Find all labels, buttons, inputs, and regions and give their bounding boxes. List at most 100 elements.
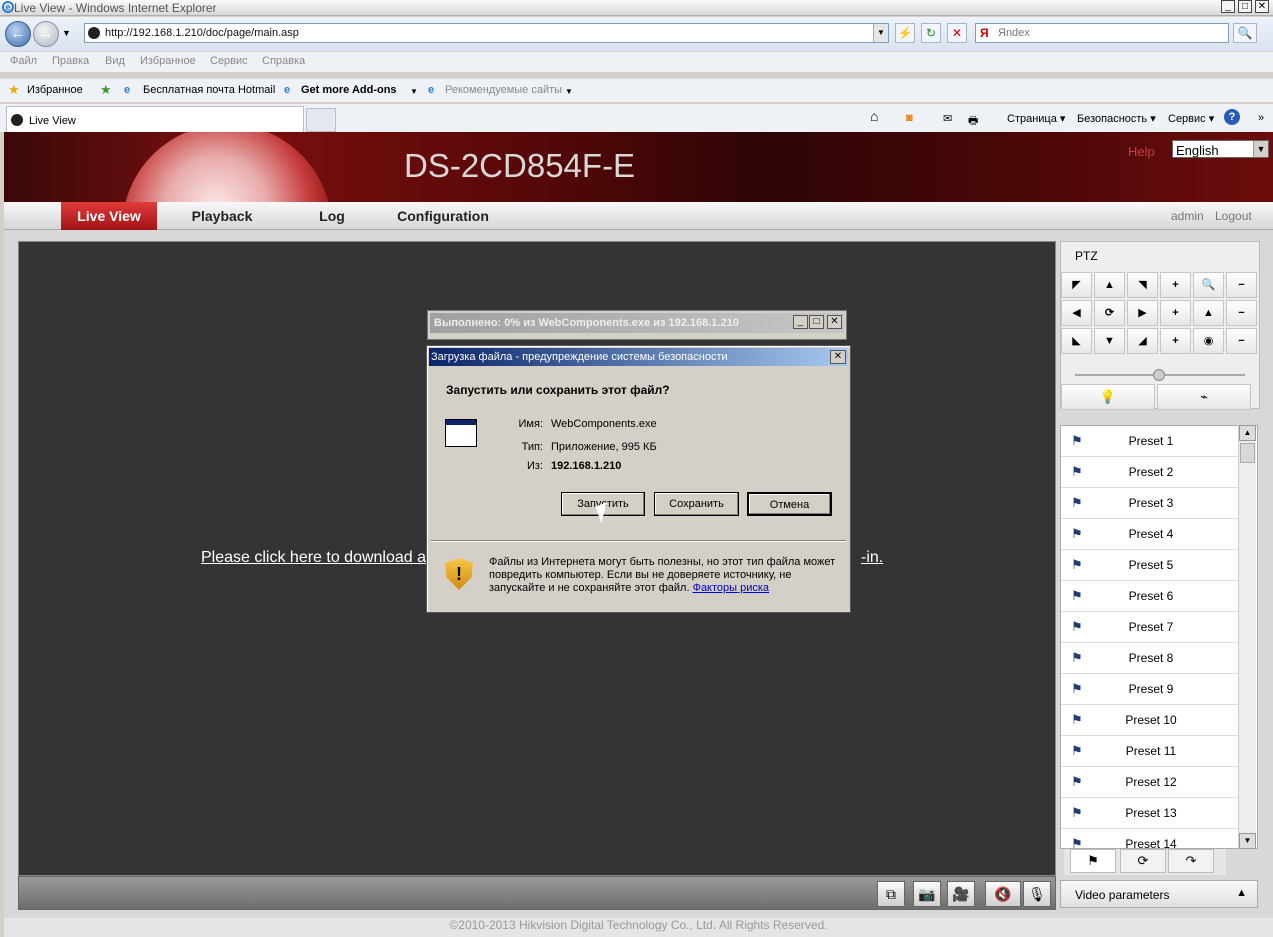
minimize-icon[interactable]: _	[1221, 0, 1235, 13]
preset-item[interactable]: ⚑ Preset 13	[1061, 798, 1239, 829]
more-chevron-icon[interactable]: »	[1258, 112, 1264, 124]
record-icon[interactable]: 🎥	[947, 881, 975, 907]
iris-close-icon[interactable]: −	[1226, 328, 1257, 354]
fav-addons[interactable]: Get more Add-ons	[301, 84, 397, 96]
menu-view[interactable]: Вид	[105, 55, 125, 67]
tab-pattern-icon[interactable]: ↷	[1168, 849, 1214, 873]
feeds-icon[interactable]: ◙	[906, 112, 913, 124]
save-button[interactable]: Сохранить	[654, 492, 739, 516]
help-icon[interactable]: ?	[1224, 109, 1240, 125]
history-dropdown-icon[interactable]: ▼	[62, 28, 71, 38]
favorites-button[interactable]: Избранное	[27, 84, 83, 96]
ptz-up-icon[interactable]: ▲	[1094, 272, 1125, 298]
light-icon[interactable]: 💡	[1061, 384, 1155, 410]
home-icon[interactable]: ⌂	[870, 108, 878, 124]
tab-patrol-icon[interactable]: ⟳	[1120, 849, 1166, 873]
close-icon[interactable]: ✕	[1255, 0, 1269, 13]
minimize-icon[interactable]: _	[793, 315, 808, 329]
new-tab-button[interactable]	[306, 108, 336, 132]
preset-item[interactable]: ⚑ Preset 4	[1061, 519, 1239, 550]
menu-help[interactable]: Справка	[262, 55, 305, 67]
menu-edit[interactable]: Правка	[52, 55, 89, 67]
download-plugin-link-end[interactable]: -in.	[861, 549, 883, 567]
close-icon[interactable]: ✕	[827, 315, 842, 329]
cmd-tools[interactable]: Сервис ▾	[1168, 112, 1214, 125]
tab-live-view[interactable]: Live View	[6, 106, 304, 132]
ptz-speed-slider[interactable]	[1065, 369, 1255, 381]
zoom-in-icon[interactable]: +	[1160, 272, 1191, 298]
preset-item[interactable]: ⚑ Preset 14	[1061, 829, 1239, 849]
preset-scrollbar[interactable]: ▲ ▼	[1238, 425, 1256, 849]
cmd-page[interactable]: Страница ▾	[1007, 112, 1065, 125]
preset-item[interactable]: ⚑ Preset 5	[1061, 550, 1239, 581]
fav-suggested[interactable]: Рекомендуемые сайты	[445, 84, 562, 96]
chevron-up-icon[interactable]: ▲	[1236, 887, 1247, 899]
nav-configuration[interactable]: Configuration	[388, 202, 498, 230]
close-icon[interactable]: ✕	[830, 350, 846, 364]
maximize-icon[interactable]: □	[809, 315, 824, 329]
ptz-left-icon[interactable]: ◀	[1061, 300, 1092, 326]
forward-button[interactable]: →	[33, 21, 59, 47]
iris-open-icon[interactable]: +	[1160, 328, 1191, 354]
address-bar[interactable]: http://192.168.1.210/doc/page/main.asp ▼	[84, 23, 889, 43]
microphone-icon[interactable]: 🎙	[1023, 881, 1051, 907]
ptz-down-left-icon[interactable]: ◣	[1061, 328, 1092, 354]
nav-live-view[interactable]: Live View	[61, 202, 157, 230]
focus-far-icon[interactable]: −	[1226, 300, 1257, 326]
language-select[interactable]: English ▼	[1172, 140, 1269, 158]
chevron-down-icon[interactable]: ▼	[1253, 141, 1268, 157]
focus-near-icon[interactable]: +	[1160, 300, 1191, 326]
maximize-icon[interactable]: □	[1238, 0, 1252, 13]
nav-log[interactable]: Log	[284, 202, 380, 230]
logout-link[interactable]: Logout	[1215, 209, 1252, 223]
address-dropdown-icon[interactable]: ▼	[873, 24, 888, 42]
preset-item[interactable]: ⚑ Preset 6	[1061, 581, 1239, 612]
preset-item[interactable]: ⚑ Preset 10	[1061, 705, 1239, 736]
ptz-up-right-icon[interactable]: ◥	[1127, 272, 1158, 298]
menu-favorites[interactable]: Избранное	[140, 55, 196, 67]
camera-snapshot-icon[interactable]: 📷	[913, 881, 941, 907]
stop-icon[interactable]: ✕	[947, 23, 967, 43]
preset-item[interactable]: ⚑ Preset 7	[1061, 612, 1239, 643]
ptz-up-left-icon[interactable]: ◤	[1061, 272, 1092, 298]
preset-item[interactable]: ⚑ Preset 1	[1061, 426, 1239, 457]
preset-item[interactable]: ⚑ Preset 2	[1061, 457, 1239, 488]
search-icon[interactable]: 🔍	[1233, 23, 1257, 43]
preset-item[interactable]: ⚑ Preset 3	[1061, 488, 1239, 519]
ptz-down-icon[interactable]: ▼	[1094, 328, 1125, 354]
tab-preset-icon[interactable]: ⚑	[1070, 849, 1116, 873]
chevron-down-icon[interactable]: ▼	[565, 87, 573, 96]
audio-mute-icon[interactable]: 🔇	[985, 881, 1021, 907]
zoom-out-icon[interactable]: −	[1226, 272, 1257, 298]
cmd-safety[interactable]: Безопасность ▾	[1077, 112, 1156, 125]
search-input[interactable]: Я Яndex	[975, 23, 1229, 43]
menu-file[interactable]: Файл	[10, 55, 37, 67]
nav-playback[interactable]: Playback	[174, 202, 270, 230]
preset-item[interactable]: ⚑ Preset 9	[1061, 674, 1239, 705]
mail-icon[interactable]: ✉	[943, 112, 952, 125]
wiper-icon[interactable]: ⌁	[1157, 384, 1251, 410]
scroll-up-icon[interactable]: ▲	[1239, 425, 1256, 441]
print-icon[interactable]: 🖶	[968, 112, 978, 131]
cancel-button[interactable]: Отмена	[747, 492, 832, 516]
video-parameters-panel[interactable]: Video parameters ▲	[1060, 880, 1258, 908]
download-plugin-link[interactable]: Please click here to download ar	[201, 549, 431, 567]
menu-tools[interactable]: Сервис	[210, 55, 248, 67]
preset-item[interactable]: ⚑ Preset 8	[1061, 643, 1239, 674]
help-link[interactable]: Help	[1128, 144, 1155, 159]
slider-handle[interactable]	[1153, 369, 1165, 381]
fav-hotmail[interactable]: Бесплатная почта Hotmail	[143, 84, 275, 96]
chevron-down-icon[interactable]: ▼	[410, 87, 418, 96]
back-button[interactable]: ←	[5, 21, 31, 47]
scroll-thumb[interactable]	[1240, 443, 1255, 463]
risk-factors-link[interactable]: Факторы риска	[693, 582, 769, 594]
add-favorite-icon[interactable]: ★	[100, 82, 112, 98]
ptz-down-right-icon[interactable]: ◢	[1127, 328, 1158, 354]
ptz-right-icon[interactable]: ▶	[1127, 300, 1158, 326]
preset-item[interactable]: ⚑ Preset 11	[1061, 736, 1239, 767]
scroll-down-icon[interactable]: ▼	[1239, 833, 1256, 849]
refresh-icon[interactable]: ↻	[921, 23, 941, 43]
compatibility-icon[interactable]: ⚡	[895, 23, 915, 43]
window-split-icon[interactable]: ⧉	[877, 881, 905, 907]
ptz-auto-icon[interactable]: ⟳	[1094, 300, 1125, 326]
